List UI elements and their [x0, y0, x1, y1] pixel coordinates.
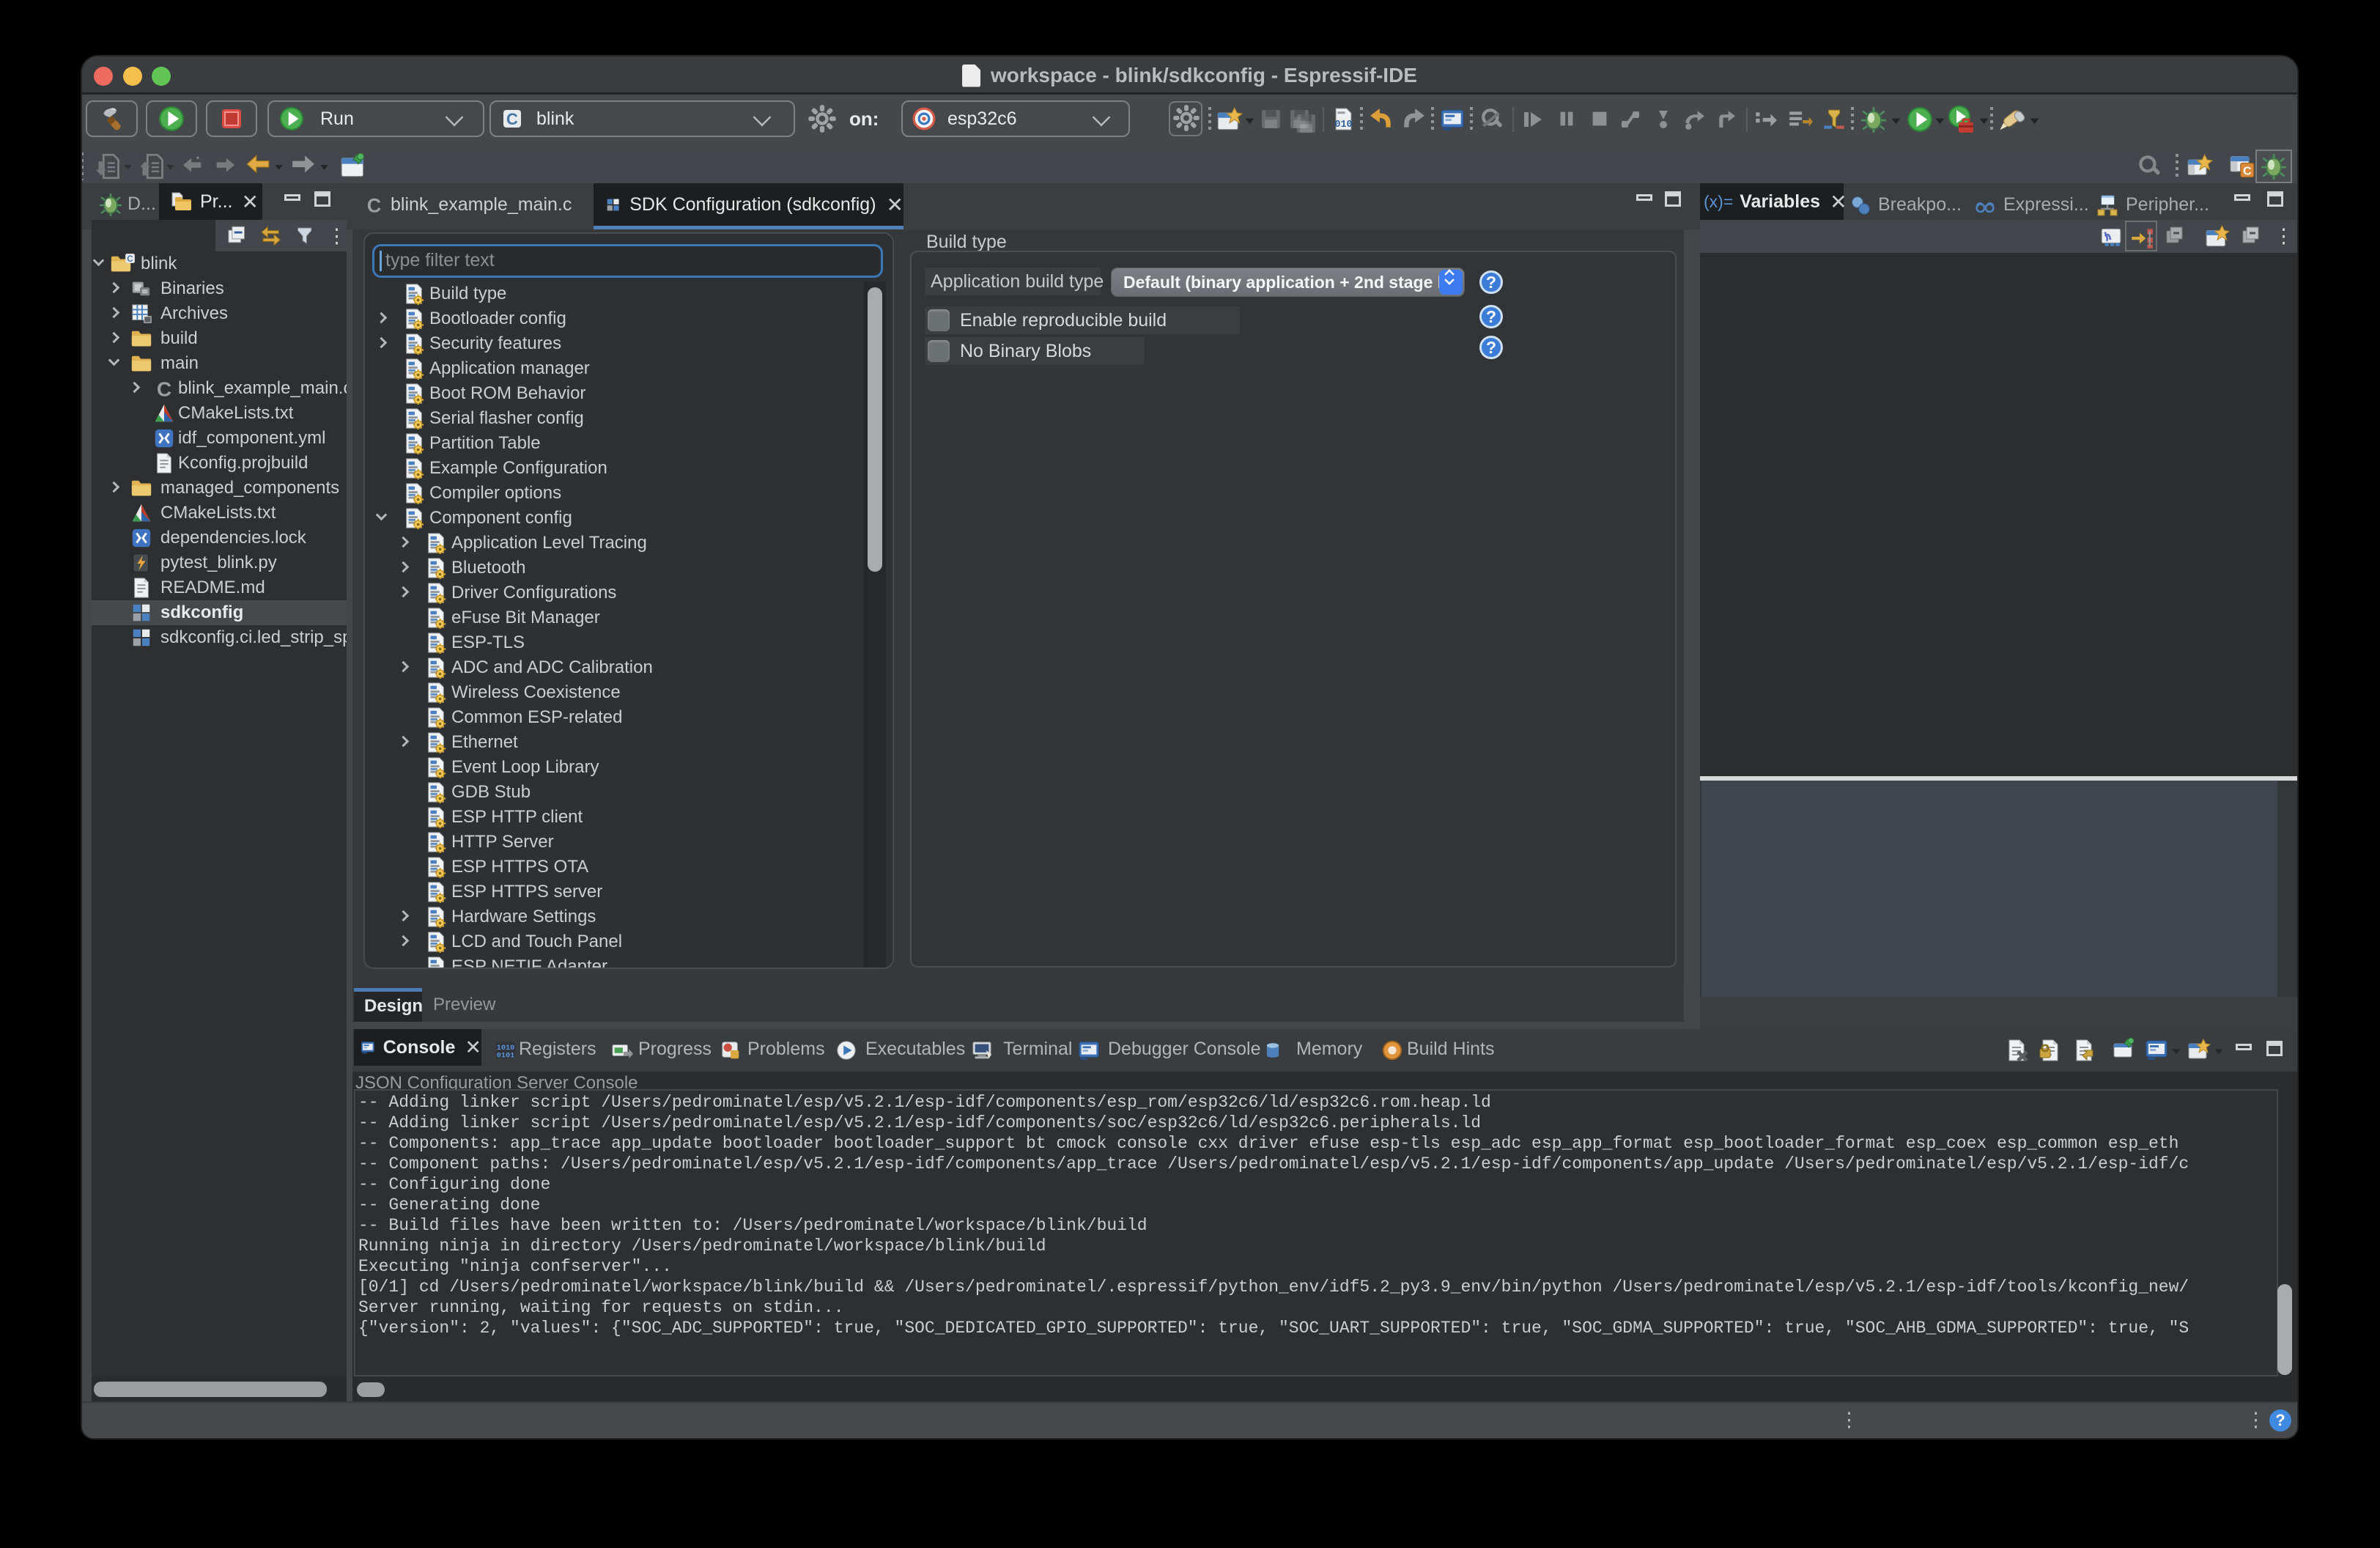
svg-text:C: C: [2243, 165, 2251, 177]
svg-text:C: C: [157, 377, 171, 399]
svg-text:C: C: [367, 195, 382, 215]
